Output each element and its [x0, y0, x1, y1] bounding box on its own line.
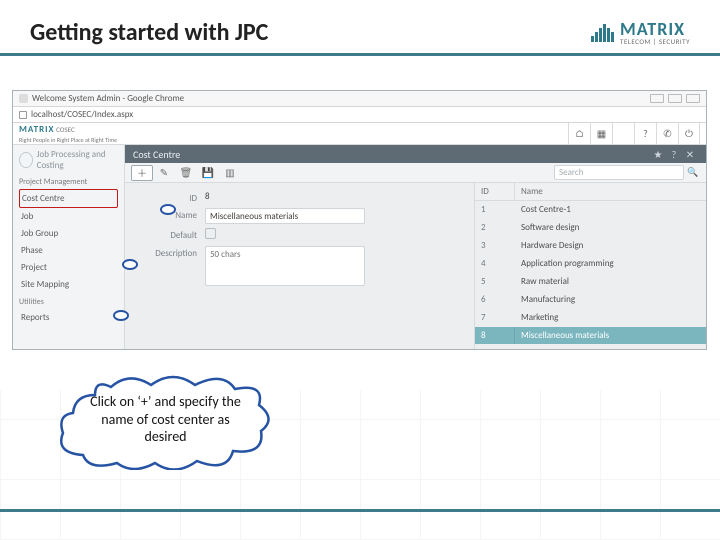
app-topbar: MATRIX COSEC Right People in Right Place…	[13, 123, 706, 145]
col-name: Name	[515, 183, 706, 200]
table-row[interactable]: 2Software design	[475, 219, 706, 237]
sidebar-item-reports[interactable]: Reports	[19, 309, 118, 326]
id-label: ID	[135, 191, 205, 204]
footer-divider	[0, 509, 720, 512]
sidebar-item-job-group[interactable]: Job Group	[19, 225, 118, 242]
delete-button[interactable]: 🗑	[175, 165, 197, 181]
search-icon[interactable]: 🔍	[686, 166, 700, 180]
sidebar-section-header-2: Utilities	[19, 297, 118, 307]
page-title: Getting started with JPC	[30, 18, 268, 47]
sidebar-item-site-mapping[interactable]: Site Mapping	[19, 276, 118, 293]
brand-tagline: TELECOM | SECURITY	[620, 38, 690, 45]
blank-icon[interactable]	[612, 123, 634, 145]
home-icon[interactable]: ⌂	[568, 123, 590, 145]
phone-icon[interactable]: ✆	[656, 123, 678, 145]
table-row[interactable]: 4Application programming	[475, 255, 706, 273]
power-icon[interactable]: ⏻	[678, 123, 700, 145]
form-area: ID 8 Name Default Description	[125, 183, 474, 349]
panel-close-icon[interactable]: ✕	[682, 148, 698, 161]
window-buttons[interactable]	[650, 94, 700, 103]
description-field[interactable]	[205, 246, 365, 286]
panel-toolbar: ＋ ✎ 🗑 💾 ▥ Search 🔍	[125, 163, 706, 183]
app-brand: MATRIX COSEC Right People in Right Place…	[19, 124, 117, 144]
browser-title: Welcome System Admin - Google Chrome	[32, 93, 184, 104]
lock-icon	[19, 111, 27, 119]
edit-button[interactable]: ✎	[153, 165, 175, 181]
more-button[interactable]: ▥	[219, 165, 241, 181]
col-id: ID	[475, 183, 515, 200]
default-checkbox[interactable]	[205, 228, 216, 239]
sidebar-module[interactable]: Job Processing and Costing	[19, 149, 118, 171]
table-row[interactable]: 3Hardware Design	[475, 237, 706, 255]
help-icon[interactable]: ?	[634, 123, 656, 145]
browser-titlebar: Welcome System Admin - Google Chrome	[13, 91, 706, 107]
table-row[interactable]: 8Miscellaneous materials	[475, 327, 706, 345]
search-input[interactable]: Search	[554, 165, 684, 180]
sidebar-item-project[interactable]: Project	[19, 259, 118, 276]
callout-bubble-icon	[122, 259, 138, 270]
close-window-icon[interactable]	[686, 94, 700, 103]
add-button[interactable]: ＋	[131, 165, 153, 181]
name-field[interactable]	[205, 208, 365, 224]
list-header: ID Name	[475, 183, 706, 201]
default-label: Default	[135, 228, 205, 241]
callout-bubble-icon	[113, 310, 129, 321]
minimize-icon[interactable]	[650, 94, 664, 103]
favorite-icon[interactable]: ★	[650, 148, 666, 161]
brand-name: MATRIX	[620, 20, 690, 38]
sidebar-section-header: Project Management	[19, 177, 118, 187]
table-row[interactable]: 5Raw material	[475, 273, 706, 291]
sidebar-item-phase[interactable]: Phase	[19, 242, 118, 259]
id-value: 8	[205, 191, 464, 202]
sidebar-item-cost-centre[interactable]: Cost Centre	[19, 189, 118, 208]
address-bar[interactable]: localhost/COSEC/Index.aspx	[13, 107, 706, 123]
table-row[interactable]: 1Cost Centre-1	[475, 201, 706, 219]
panel-header: Cost Centre ★ ? ✕	[125, 145, 706, 163]
panel-title: Cost Centre	[133, 148, 180, 161]
callout-cloud: Click on ‘+’ and specify the name of cos…	[55, 375, 275, 470]
url-text[interactable]: localhost/COSEC/Index.aspx	[31, 109, 133, 120]
topbar-icons: ⌂ ▦ ? ✆ ⏻	[568, 123, 700, 145]
favicon-icon	[19, 94, 28, 103]
grid-icon[interactable]: ▦	[590, 123, 612, 145]
module-label: Job Processing and Costing	[37, 149, 118, 171]
sidebar-item-job[interactable]: Job	[19, 208, 118, 225]
module-gear-icon	[19, 152, 33, 168]
logo-bars-icon	[591, 24, 614, 42]
table-row[interactable]: 6Manufacturing	[475, 291, 706, 309]
sidebar: Job Processing and Costing Project Manag…	[13, 145, 125, 349]
save-button[interactable]: 💾	[197, 165, 219, 181]
panel-help-icon[interactable]: ?	[666, 148, 682, 161]
callout-text: Click on ‘+’ and specify the name of cos…	[83, 393, 248, 446]
description-label: Description	[135, 246, 205, 259]
callout-bubble-icon	[160, 204, 176, 215]
record-list: ID Name 1Cost Centre-12Software design3H…	[474, 183, 706, 349]
table-row[interactable]: 7Marketing	[475, 309, 706, 327]
maximize-icon[interactable]	[668, 94, 682, 103]
brand-logo: MATRIX TELECOM | SECURITY	[591, 20, 690, 45]
